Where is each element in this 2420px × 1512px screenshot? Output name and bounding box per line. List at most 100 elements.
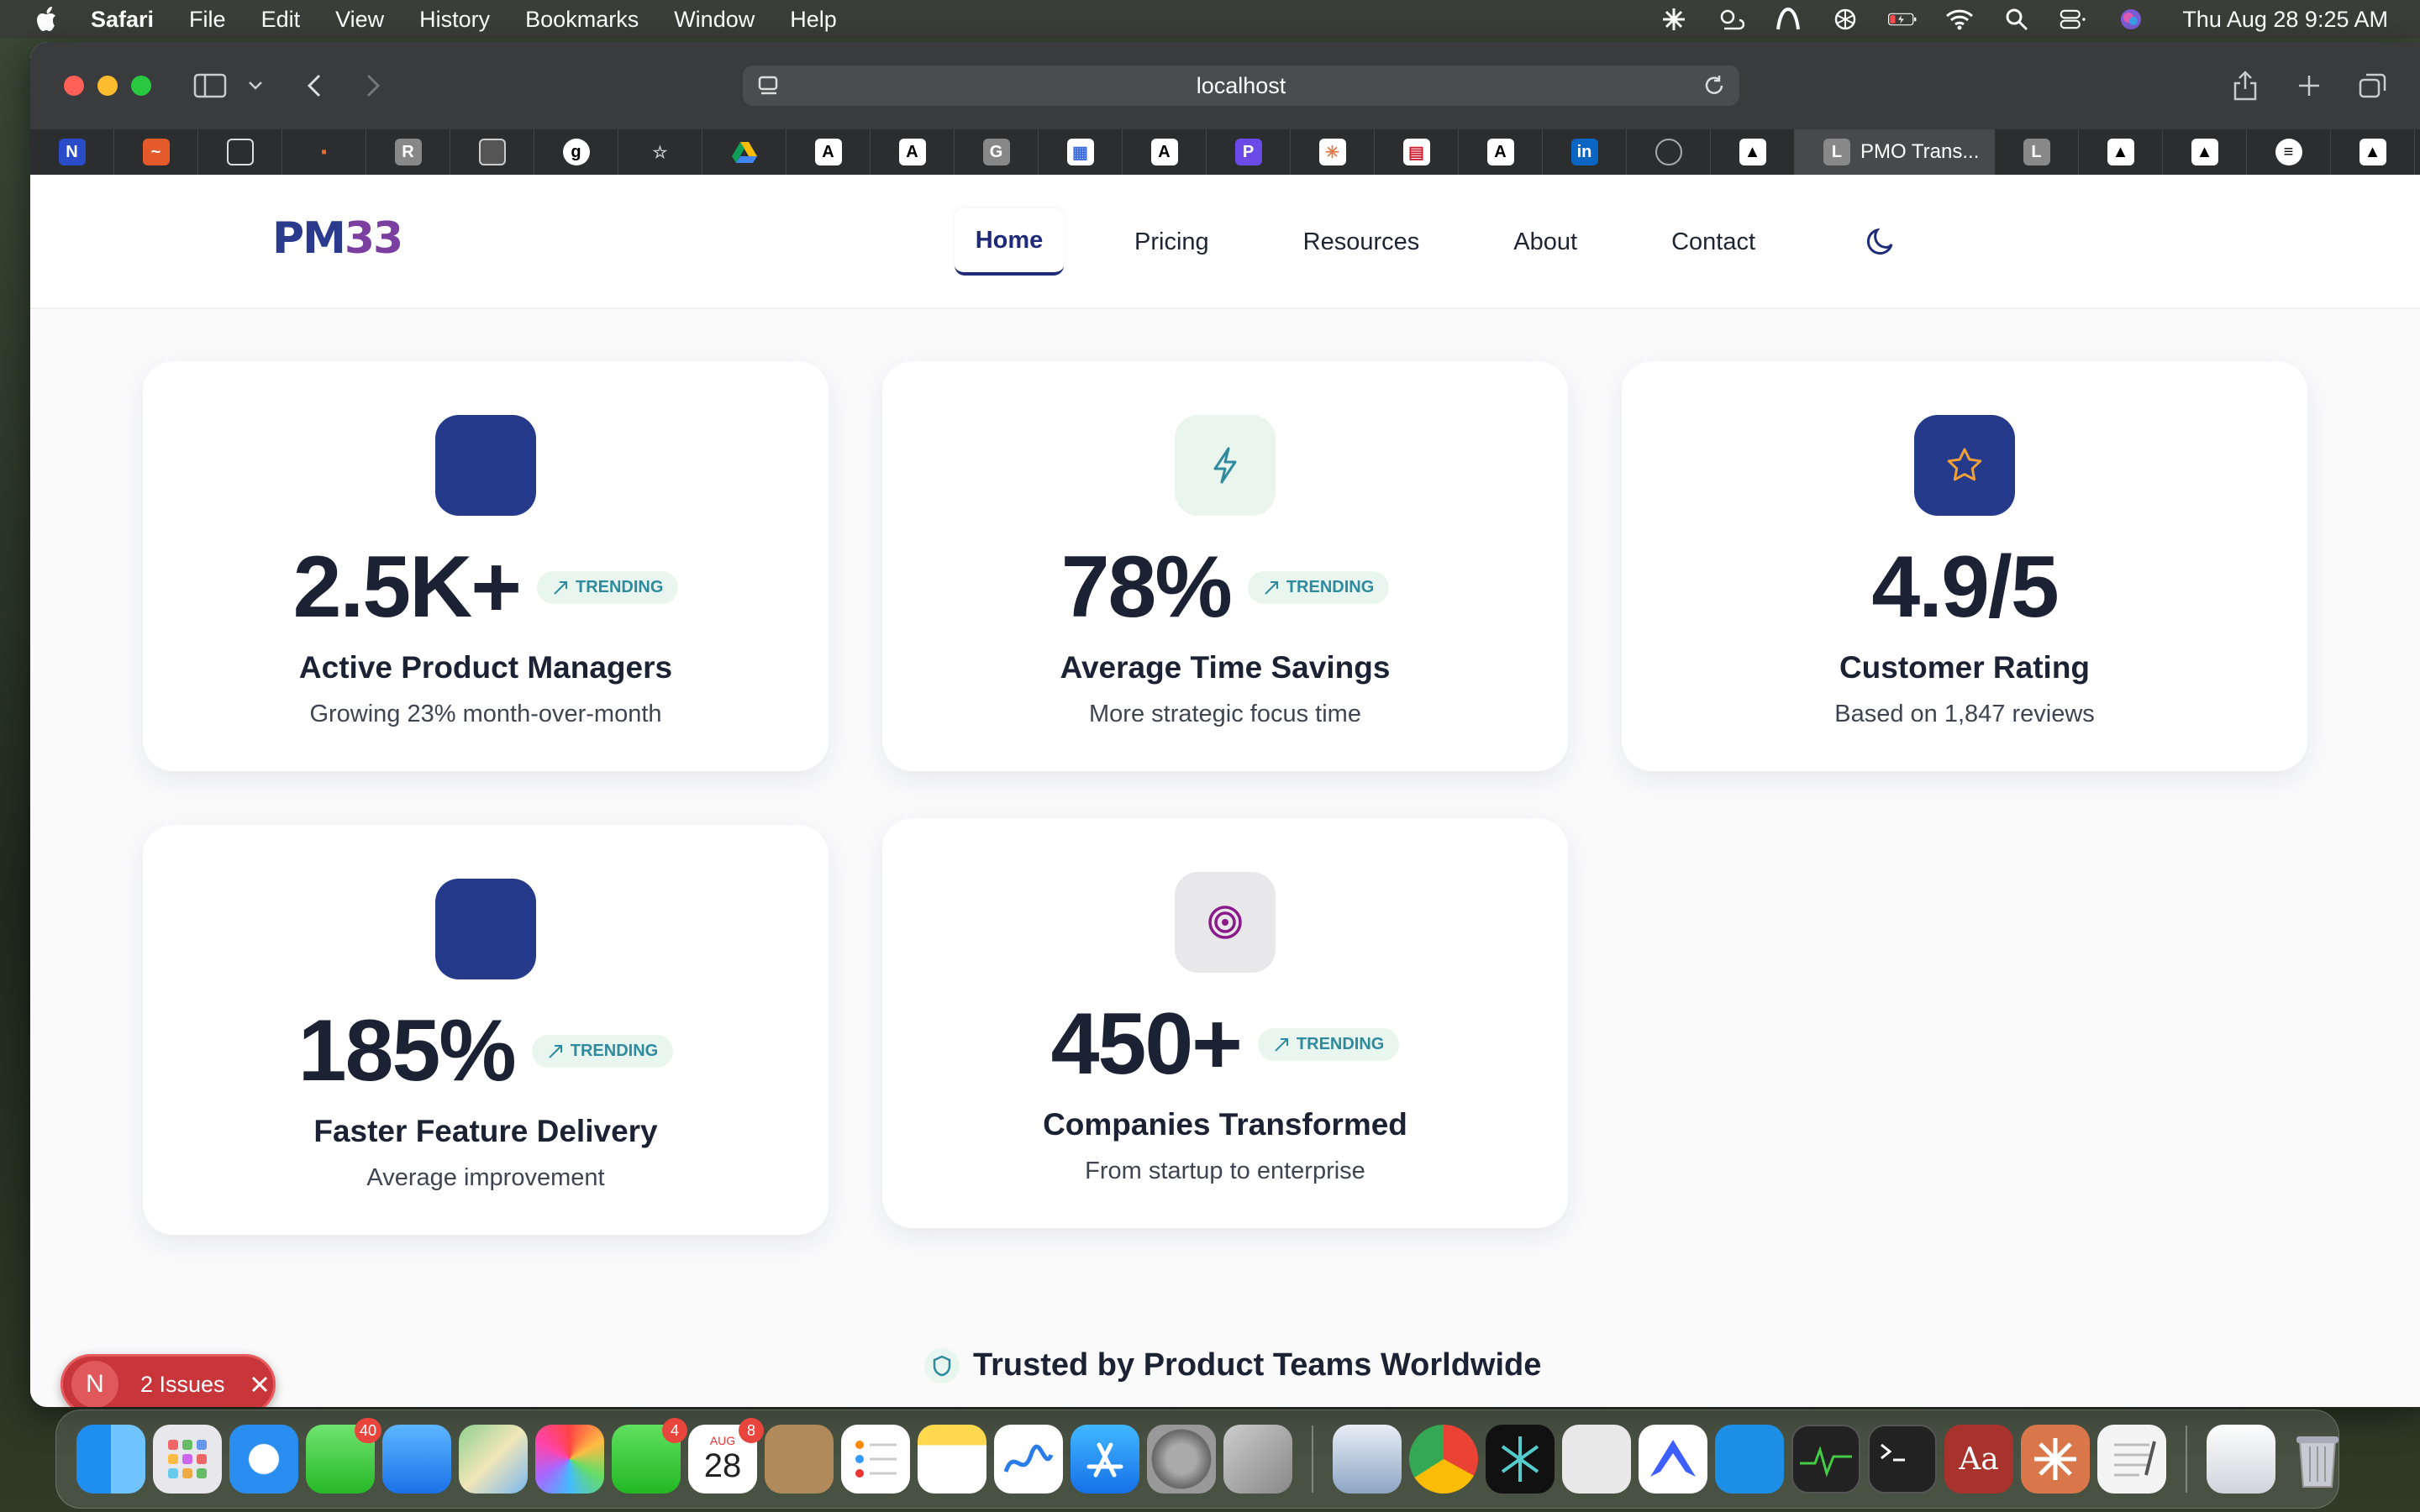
nav-home[interactable]: Home	[955, 208, 1064, 276]
tab-pinned-11[interactable]: A	[871, 129, 955, 175]
tab-pinned-16[interactable]: ✳	[1291, 129, 1375, 175]
minimize-window-button[interactable]	[97, 76, 118, 96]
snowflake-status-icon[interactable]	[1831, 7, 1860, 32]
system-settings-icon[interactable]	[1147, 1425, 1216, 1494]
site-logo[interactable]: PM33	[272, 213, 403, 264]
tab-pinned-20[interactable]	[1627, 129, 1711, 175]
reload-icon[interactable]	[1702, 74, 1726, 97]
iphone-mirroring-icon[interactable]	[1223, 1425, 1292, 1494]
moon-icon[interactable]	[1864, 225, 1897, 259]
menu-bookmarks[interactable]: Bookmarks	[525, 7, 639, 33]
messages-icon[interactable]: 40	[306, 1418, 381, 1494]
tab-pinned-2[interactable]: ~	[114, 129, 198, 175]
address-bar[interactable]: localhost	[743, 66, 1739, 106]
docker-icon[interactable]	[1715, 1425, 1784, 1494]
contacts-icon[interactable]	[765, 1425, 834, 1494]
menu-view[interactable]: View	[335, 7, 384, 33]
control-center-icon[interactable]	[2060, 7, 2088, 32]
arc-status-icon[interactable]	[1774, 7, 1802, 32]
tab-pinned-6[interactable]	[450, 129, 534, 175]
apple-menu-icon[interactable]	[34, 5, 62, 34]
finder-icon[interactable]	[76, 1425, 145, 1494]
forward-button-icon[interactable]	[355, 67, 392, 104]
photos-icon[interactable]	[535, 1425, 604, 1494]
menubar-clock[interactable]: Thu Aug 28 9:25 AM	[2182, 7, 2388, 33]
nav-resources[interactable]: Resources	[1303, 208, 1420, 276]
tab-active[interactable]: L PMO Trans...	[1795, 129, 1995, 175]
share-icon[interactable]	[2227, 67, 2264, 104]
tab-overview-icon[interactable]	[2354, 67, 2391, 104]
downloads-folder-icon[interactable]	[2207, 1425, 2275, 1494]
tab-pinned-1[interactable]: N	[30, 129, 114, 175]
tab-pinned-26[interactable]: ▲	[2331, 129, 2415, 175]
siri-icon[interactable]	[2117, 7, 2145, 32]
tab-group-chevron-icon[interactable]	[237, 67, 274, 104]
tab-pinned-25[interactable]: ≡	[2247, 129, 2331, 175]
menu-window[interactable]: Window	[674, 7, 755, 33]
facetime-icon[interactable]: 4	[612, 1418, 687, 1494]
new-tab-icon[interactable]	[2291, 67, 2328, 104]
sidebar-toggle-icon[interactable]	[192, 67, 229, 104]
menu-edit[interactable]: Edit	[261, 7, 301, 33]
tab-pinned-4[interactable]: ▪	[282, 129, 366, 175]
tab-pinned-14[interactable]: A	[1123, 129, 1207, 175]
spotlight-search-icon[interactable]	[2002, 7, 2031, 32]
tab-pinned-7[interactable]: g	[534, 129, 618, 175]
tab-pinned-5[interactable]: R	[366, 129, 450, 175]
close-window-button[interactable]	[64, 76, 84, 96]
tab-pinned-21[interactable]: ▲	[1711, 129, 1795, 175]
claude-icon[interactable]	[2021, 1425, 2090, 1494]
tab-pinned-12[interactable]: G	[955, 129, 1039, 175]
wifi-icon[interactable]	[1945, 7, 1974, 32]
chrome-icon[interactable]	[1409, 1425, 1478, 1494]
tab-pinned-13[interactable]: ▦	[1039, 129, 1123, 175]
menu-app-name[interactable]: Safari	[91, 7, 154, 33]
sparkle-status-icon[interactable]	[1660, 7, 1688, 32]
tab-pinned-15[interactable]: P	[1207, 129, 1291, 175]
activity-monitor-icon[interactable]	[1791, 1425, 1860, 1494]
tab-favicon-icon: g	[562, 139, 590, 165]
launchpad-icon[interactable]	[153, 1425, 222, 1494]
tab-pinned-9[interactable]	[702, 129, 786, 175]
tab-pinned-17[interactable]: ▤	[1375, 129, 1459, 175]
menu-file[interactable]: File	[189, 7, 226, 33]
preview-icon[interactable]	[1333, 1425, 1402, 1494]
tab-pinned-23[interactable]: ▲	[2079, 129, 2163, 175]
menu-help[interactable]: Help	[790, 7, 837, 33]
maps-icon[interactable]	[459, 1425, 528, 1494]
dictionary-icon[interactable]: Aa	[1944, 1425, 2013, 1494]
issues-count[interactable]: 2 Issues	[140, 1372, 225, 1398]
tab-pinned-10[interactable]: A	[786, 129, 871, 175]
tab-favicon-icon: ▦	[1066, 139, 1094, 165]
trash-icon[interactable]	[2283, 1425, 2352, 1494]
calendar-icon[interactable]: AUG 28 8	[688, 1418, 764, 1494]
tab-pinned-18[interactable]: A	[1459, 129, 1543, 175]
reminders-icon[interactable]	[841, 1425, 910, 1494]
nordvpn-icon[interactable]	[1639, 1425, 1707, 1494]
textedit-icon[interactable]	[2097, 1425, 2166, 1494]
tab-pinned-22[interactable]: L	[1995, 129, 2079, 175]
dev-issues-pill[interactable]: N 2 Issues	[60, 1354, 276, 1407]
nav-contact[interactable]: Contact	[1671, 208, 1755, 276]
safari-icon[interactable]	[229, 1425, 298, 1494]
menu-history[interactable]: History	[419, 7, 490, 33]
back-button-icon[interactable]	[296, 67, 333, 104]
nav-about[interactable]: About	[1513, 208, 1577, 276]
close-icon[interactable]	[249, 1373, 271, 1395]
freeform-icon[interactable]	[994, 1425, 1063, 1494]
app-store-icon[interactable]	[1071, 1425, 1139, 1494]
perplexity-icon[interactable]	[1486, 1425, 1555, 1494]
tab-pinned-3[interactable]	[198, 129, 282, 175]
terminal-icon[interactable]	[1868, 1425, 1937, 1494]
tab-pinned-24[interactable]: ▲	[2163, 129, 2247, 175]
battery-icon[interactable]	[1888, 7, 1917, 32]
weather-status-icon[interactable]	[1717, 7, 1745, 32]
nav-pricing[interactable]: Pricing	[1134, 208, 1209, 276]
tab-pinned-8[interactable]: ☆	[618, 129, 702, 175]
fullscreen-window-button[interactable]	[131, 76, 151, 96]
notes-icon[interactable]	[918, 1425, 986, 1494]
calculator-icon[interactable]	[1562, 1425, 1631, 1494]
mail-icon[interactable]	[382, 1425, 451, 1494]
page-settings-icon[interactable]	[758, 76, 780, 96]
tab-pinned-19[interactable]: in	[1543, 129, 1627, 175]
